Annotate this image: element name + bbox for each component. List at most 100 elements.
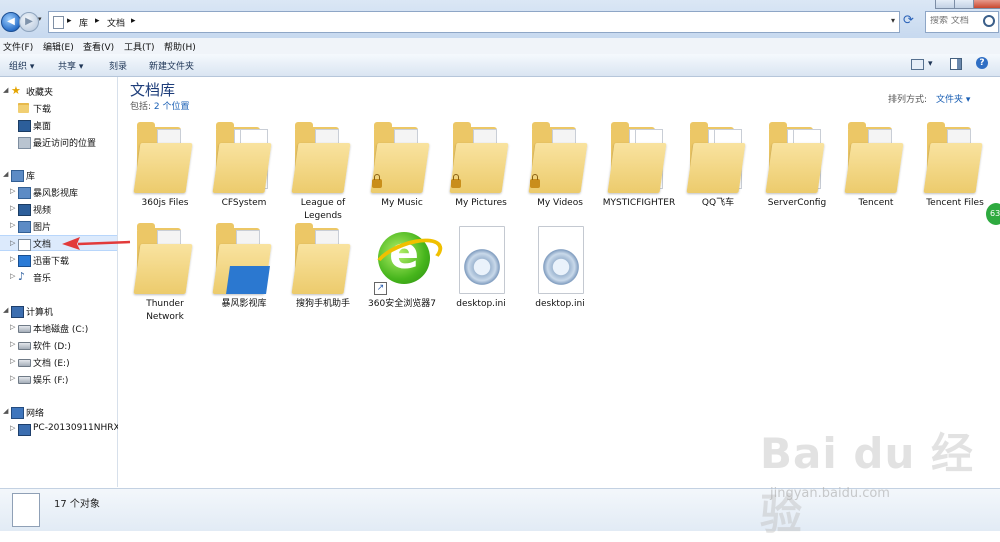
- collapse-icon[interactable]: ◢: [3, 306, 8, 314]
- expand-icon[interactable]: ▷: [10, 340, 15, 348]
- file-item[interactable]: QQ飞车: [680, 121, 756, 210]
- file-item[interactable]: My Music: [364, 121, 440, 210]
- expand-icon[interactable]: ▷: [10, 221, 15, 229]
- file-item[interactable]: Tencent: [838, 121, 914, 210]
- nav-item-videos[interactable]: ▷ 视频: [0, 201, 117, 217]
- expand-icon[interactable]: ▷: [10, 357, 15, 365]
- drive-icon: [18, 342, 31, 350]
- search-box[interactable]: [925, 11, 999, 33]
- file-item[interactable]: 360js Files: [127, 121, 203, 210]
- nav-label: 收藏夹: [26, 88, 54, 98]
- documents-icon: [18, 239, 31, 251]
- file-name: 360js Files: [141, 198, 189, 208]
- burn-button[interactable]: 刻录: [109, 59, 127, 72]
- file-item[interactable]: League of Legends: [285, 121, 361, 223]
- music-note-icon: ♪: [18, 270, 26, 283]
- menu-view[interactable]: 查看(V): [83, 40, 114, 53]
- nav-network[interactable]: ◢ 网络: [0, 404, 117, 420]
- file-item[interactable]: 搜狗手机助手: [285, 222, 361, 311]
- file-item[interactable]: Tencent Files: [917, 121, 993, 210]
- nav-item-desktop[interactable]: 桌面: [0, 117, 117, 133]
- refresh-icon[interactable]: ⟳: [903, 13, 914, 28]
- nav-computer[interactable]: ◢ 计算机: [0, 303, 117, 319]
- nav-item-music[interactable]: ▷ ♪ 音乐: [0, 269, 117, 285]
- arrange-by-label: 排列方式:: [888, 95, 928, 105]
- menu-edit[interactable]: 编辑(E): [43, 40, 74, 53]
- expand-icon[interactable]: ▷: [10, 374, 15, 382]
- file-item[interactable]: Thunder Network: [127, 222, 203, 324]
- file-item[interactable]: MYSTICFIGHTER: [601, 121, 677, 210]
- maximize-button[interactable]: [954, 0, 974, 9]
- expand-icon[interactable]: ▷: [10, 323, 15, 331]
- file-name: CFSystem: [221, 198, 267, 208]
- organize-button[interactable]: 组织 ▾: [9, 59, 34, 72]
- nav-item-downloads[interactable]: 下载: [0, 100, 117, 116]
- search-input[interactable]: [930, 16, 976, 26]
- file-item[interactable]: desktop.ini: [522, 222, 598, 311]
- address-bar[interactable]: ▸ 库 ▸ 文档 ▸ ▾: [48, 11, 900, 33]
- file-item[interactable]: desktop.ini: [443, 222, 519, 311]
- expand-icon[interactable]: ▷: [10, 239, 15, 247]
- expand-icon[interactable]: ▷: [10, 272, 15, 280]
- nav-item-recent-places[interactable]: 最近访问的位置: [0, 134, 117, 150]
- nav-item-pc[interactable]: ▷ PC-20130911NHRX: [0, 421, 120, 437]
- view-dropdown-icon[interactable]: ▾: [928, 59, 933, 69]
- address-history-dropdown-icon[interactable]: ▾: [891, 16, 895, 25]
- file-name: QQ飞车: [701, 198, 735, 208]
- nav-item-drive-c[interactable]: ▷ 本地磁盘 (C:): [0, 320, 117, 336]
- expand-icon[interactable]: ▷: [10, 204, 15, 212]
- icon-part: [133, 143, 193, 193]
- menu-help[interactable]: 帮助(H): [164, 40, 196, 53]
- expand-icon[interactable]: ▷: [10, 255, 15, 263]
- file-item[interactable]: My Videos: [522, 121, 598, 210]
- command-bar: 组织 ▾ 共享 ▾ 刻录 新建文件夹 ▾ ?: [0, 54, 1000, 77]
- libraries-icon: [11, 170, 24, 182]
- collapse-icon[interactable]: ◢: [3, 86, 8, 94]
- file-item[interactable]: 暴风影视库: [206, 222, 282, 311]
- file-item[interactable]: ServerConfig: [759, 121, 835, 210]
- nav-item-thunder-downloads[interactable]: ▷ 迅雷下载: [0, 252, 117, 268]
- file-item[interactable]: My Pictures: [443, 121, 519, 210]
- network-icon: [11, 407, 24, 419]
- back-button[interactable]: ◀: [1, 12, 21, 32]
- expand-icon[interactable]: ▷: [10, 187, 15, 195]
- new-folder-button[interactable]: 新建文件夹: [149, 59, 194, 72]
- nav-item-baofeng-library[interactable]: ▷ 暴风影视库: [0, 184, 117, 200]
- arrange-by-dropdown[interactable]: 文件夹 ▾: [936, 92, 970, 105]
- floating-badge[interactable]: 63: [986, 203, 1000, 225]
- nav-item-drive-f[interactable]: ▷ 娱乐 (F:): [0, 371, 117, 387]
- minimize-button[interactable]: [935, 0, 955, 9]
- nav-item-drive-d[interactable]: ▷ 软件 (D:): [0, 337, 117, 353]
- recent-pages-dropdown-icon[interactable]: ▾: [38, 15, 42, 23]
- breadcrumb-separator[interactable]: ▸: [67, 16, 72, 26]
- change-view-icon[interactable]: [911, 59, 924, 70]
- nav-libraries[interactable]: ◢ 库: [0, 167, 117, 183]
- expand-icon[interactable]: ▷: [10, 424, 15, 432]
- collapse-icon[interactable]: ◢: [3, 407, 8, 415]
- breadcrumb-library[interactable]: 库: [79, 16, 88, 29]
- menu-tools[interactable]: 工具(T): [124, 40, 155, 53]
- close-button[interactable]: [973, 0, 1000, 9]
- nav-favorites[interactable]: ◢ ★ 收藏夹: [0, 83, 117, 99]
- help-icon[interactable]: ?: [976, 57, 988, 69]
- nav-item-pictures[interactable]: ▷ 图片: [0, 218, 117, 234]
- nav-label: 最近访问的位置: [33, 139, 97, 149]
- search-icon[interactable]: [983, 15, 995, 27]
- share-button[interactable]: 共享 ▾: [58, 59, 83, 72]
- menu-file[interactable]: 文件(F): [3, 40, 33, 53]
- nav-item-drive-e[interactable]: ▷ 文档 (E:): [0, 354, 117, 370]
- file-item[interactable]: e ↗ 360安全浏览器7: [364, 222, 448, 311]
- collapse-icon[interactable]: ◢: [3, 170, 8, 178]
- breadcrumb-documents[interactable]: 文档: [107, 16, 125, 29]
- forward-button[interactable]: ▶: [19, 12, 39, 32]
- icon-part: [291, 143, 351, 193]
- breadcrumb-separator[interactable]: ▸: [131, 16, 136, 26]
- desktop-icon: [18, 120, 31, 132]
- computer-icon: [11, 306, 24, 318]
- folder-icon: [291, 222, 353, 296]
- nav-label: 文档: [33, 240, 52, 250]
- file-item[interactable]: CFSystem: [206, 121, 282, 210]
- locations-link[interactable]: 2 个位置: [154, 102, 190, 112]
- breadcrumb-separator[interactable]: ▸: [95, 16, 100, 26]
- preview-pane-icon[interactable]: [950, 58, 962, 70]
